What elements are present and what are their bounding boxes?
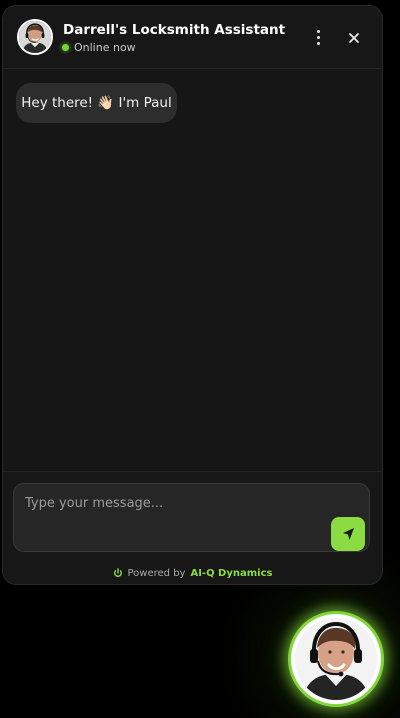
assistant-name: Darrell's Locksmith Assistant (63, 22, 286, 38)
agent-avatar-icon (19, 21, 51, 53)
menu-dot (316, 41, 320, 45)
chat-window: Darrell's Locksmith Assistant Online now… (2, 5, 383, 585)
assistant-avatar (17, 19, 53, 55)
launcher-avatar (295, 618, 377, 700)
chat-header: Darrell's Locksmith Assistant Online now (3, 6, 382, 69)
online-status: Online now (62, 40, 136, 54)
power-icon (113, 568, 123, 578)
online-dot-icon (62, 43, 69, 51)
send-icon (343, 528, 354, 540)
brand-link[interactable]: AI-Q Dynamics (190, 568, 272, 579)
message-input[interactable] (13, 483, 370, 552)
close-icon (349, 33, 359, 43)
powered-by-footer: Powered by AI-Q Dynamics (3, 567, 382, 579)
close-button[interactable] (345, 29, 363, 47)
more-menu-button[interactable] (309, 27, 327, 47)
agent-avatar-icon (295, 618, 377, 700)
composer: Powered by AI-Q Dynamics (3, 471, 382, 584)
send-button[interactable] (331, 517, 365, 551)
menu-dot (316, 29, 320, 33)
assistant-message: Hey there! 👋🏻 I'm Paul (16, 83, 177, 123)
menu-dot (316, 35, 320, 39)
powered-by-label: Powered by (127, 567, 186, 579)
message-list: Hey there! 👋🏻 I'm Paul (3, 69, 382, 469)
status-text: Online now (74, 40, 136, 54)
chat-launcher-button[interactable] (288, 611, 384, 707)
